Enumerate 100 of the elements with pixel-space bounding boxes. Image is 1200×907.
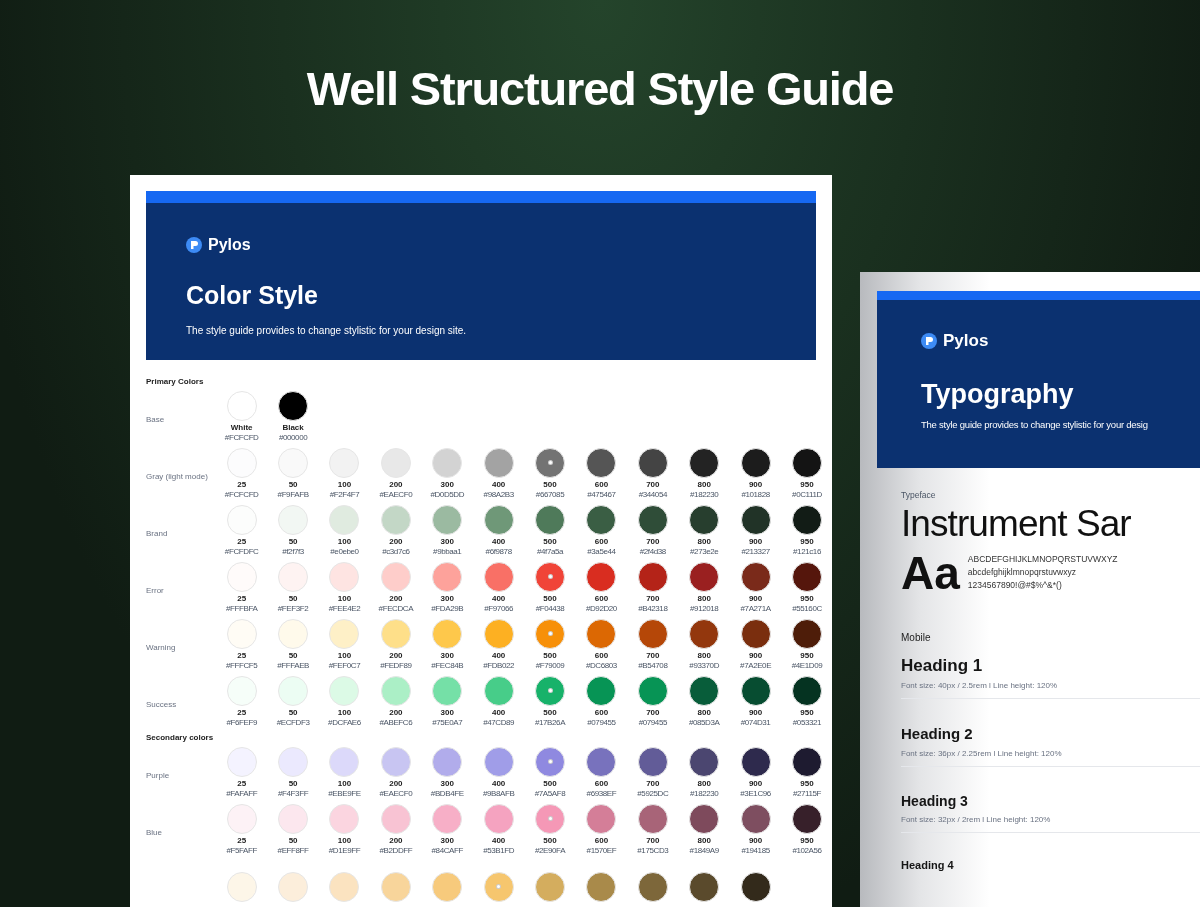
hex-code: #213327 [741, 546, 770, 557]
hex-code: #9B8AFB [482, 788, 515, 799]
hex-code: #DCFAE6 [328, 717, 361, 728]
swatch-step: 900 [748, 479, 763, 490]
hex-code: #5925DC [637, 788, 669, 799]
hex-code: #0C111D [792, 489, 822, 500]
hex-code: #93370D [689, 660, 720, 671]
hex-code: #475467 [587, 489, 616, 500]
swatch-step: 400 [491, 593, 506, 604]
hex-code: #F97066 [484, 603, 514, 614]
swatch-step: 950 [800, 536, 814, 547]
hex-code: #000000 [278, 432, 308, 443]
swatch-step: 50 [288, 707, 298, 718]
swatch-step: 950 [800, 778, 814, 789]
hex-code: #3a5e44 [587, 546, 616, 557]
swatch-step: 100 [337, 536, 352, 547]
swatch-step: 400 [491, 650, 506, 661]
font-spec: Font size: 40px / 2.5rem l Line height: 120% [901, 680, 1058, 692]
hex-code: #FEC84B [431, 660, 464, 671]
hex-code: #6938EF [586, 788, 617, 799]
logo-text: Pylos [208, 235, 251, 255]
row-label: Warning [146, 642, 176, 652]
hex-code: #101828 [741, 489, 770, 500]
hex-code: #194185 [741, 845, 770, 856]
hex-code: #EFF8FF [277, 845, 309, 856]
hex-code: #FFFCF5 [225, 660, 258, 671]
hex-code: #FEF3F2 [277, 603, 309, 614]
hex-code: #2E90FA [534, 845, 566, 856]
swatch-step: 800 [697, 835, 711, 846]
swatch-step: 800 [697, 479, 711, 490]
swatch-step: 700 [646, 479, 660, 490]
hex-code: #079455 [638, 717, 667, 728]
hex-code: #FFFAEB [277, 660, 310, 671]
hex-code: #F2F4F7 [329, 489, 360, 500]
hex-code: #FCFCFD [224, 432, 259, 443]
hex-code: #053321 [792, 717, 822, 728]
swatch-step: 700 [646, 650, 660, 661]
hex-code: #273e2e [690, 546, 719, 557]
swatch-step: 700 [646, 593, 660, 604]
swatch-step: 400 [491, 835, 506, 846]
hex-code: #53B1FD [483, 845, 515, 856]
swatch-step: White [230, 422, 253, 433]
hex-code: #7A2E0E [740, 660, 772, 671]
hex-code: #121c16 [793, 546, 821, 557]
swatch-step: 600 [594, 835, 609, 846]
swatch-step: 200 [389, 650, 403, 661]
swatch-step: 500 [543, 835, 557, 846]
swatch-step: 400 [491, 707, 506, 718]
swatch-step: 400 [491, 778, 506, 789]
swatch-step: 600 [594, 479, 609, 490]
hex-code: #7A271A [740, 603, 771, 614]
hex-code: #1849A9 [689, 845, 719, 856]
swatch-step: 300 [440, 707, 454, 718]
heading-sample: Heading 2 [901, 725, 973, 744]
swatch-step: 100 [337, 778, 352, 789]
swatch-step: 200 [389, 593, 403, 604]
swatch-step: 300 [440, 835, 454, 846]
swatch-step: 950 [800, 479, 814, 490]
typeface-name: Instrument Sar [901, 501, 1131, 546]
swatch-step: 600 [594, 536, 609, 547]
swatch-step: 500 [543, 593, 557, 604]
swatch-step: 600 [594, 593, 609, 604]
swatch-step: 900 [748, 707, 763, 718]
swatch-step: 700 [646, 778, 660, 789]
swatch-step: 200 [389, 479, 403, 490]
hex-code: #ECFDF3 [276, 717, 310, 728]
hex-code: #D1E9FF [328, 845, 361, 856]
page-subtitle: The style guide provides to change stylistic for your design site. [186, 323, 468, 338]
hex-code: #344054 [638, 489, 667, 500]
character-set-line: 1234567890!@#$%^&*() [967, 579, 1062, 593]
hex-code: #FEF0C7 [328, 660, 361, 671]
swatch-step: 100 [337, 707, 352, 718]
hex-code: #FDB022 [483, 660, 515, 671]
swatch-step: 200 [389, 835, 403, 846]
hex-code: #D92D20 [585, 603, 617, 614]
hex-code: #55160C [792, 603, 822, 614]
section-label: Mobile [901, 630, 931, 645]
swatch-step: 200 [389, 778, 403, 789]
row-label: Success [146, 699, 177, 709]
hex-code: #FCFDFC [224, 546, 259, 557]
hex-code: #B2DDFF [379, 845, 413, 856]
swatch-step: 700 [646, 536, 660, 547]
hex-code: #84CAFF [431, 845, 463, 856]
hex-code: #F9FAFB [277, 489, 309, 500]
heading-sample: Heading 3 [901, 792, 968, 811]
swatch-step: 600 [594, 707, 609, 718]
row-label: Error [146, 585, 164, 595]
row-label: Purple [146, 770, 170, 780]
hex-code: #FCFCFD [224, 489, 259, 500]
hex-code: #47CD89 [483, 717, 515, 728]
swatch-step: 50 [288, 650, 298, 661]
swatch-step: 300 [440, 778, 454, 789]
hex-code: #EBE9FE [328, 788, 361, 799]
hex-code: #FEDF89 [380, 660, 412, 671]
hex-code: #FECDCA [378, 603, 414, 614]
headline: Well Structured Style Guide [305, 61, 895, 117]
hex-code: #FFFBFA [225, 603, 258, 614]
hex-code: #085D3A [688, 717, 720, 728]
hex-code: #079455 [587, 717, 616, 728]
swatch-step: 900 [748, 778, 763, 789]
